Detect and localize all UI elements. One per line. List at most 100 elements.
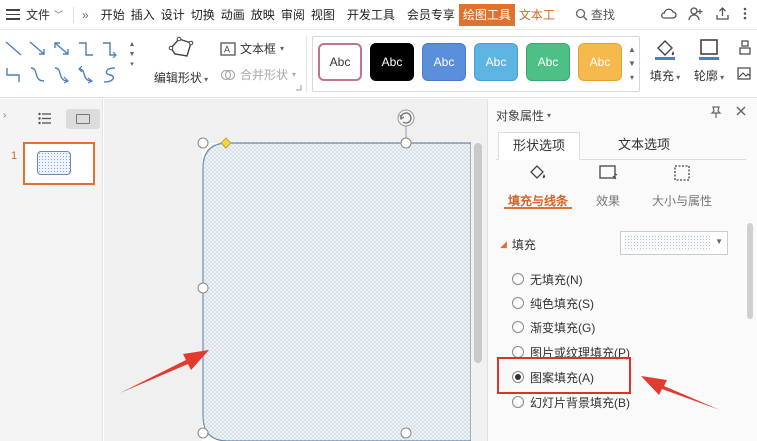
chevron-down-icon: ﹀ bbox=[54, 10, 64, 20]
brush-icon[interactable] bbox=[738, 40, 752, 56]
search-box[interactable]: 查找 bbox=[575, 6, 615, 23]
tab-developer[interactable]: 开发工具 bbox=[345, 0, 397, 30]
fill-option-gradient[interactable]: 渐变填充(G) bbox=[512, 318, 595, 336]
rotate-handle-icon[interactable] bbox=[397, 109, 415, 127]
radio-button[interactable] bbox=[512, 321, 524, 333]
freeform-shape-icon[interactable] bbox=[100, 65, 120, 85]
tab-slideshow[interactable]: 放映 bbox=[249, 0, 277, 30]
tab-member[interactable]: 会员专享 bbox=[405, 0, 457, 30]
scrollbar-thumb[interactable] bbox=[474, 143, 482, 363]
svg-text:A: A bbox=[224, 44, 230, 54]
shape-style-swatch[interactable]: Abc bbox=[526, 43, 570, 81]
double-arrow-line-shape-icon[interactable] bbox=[52, 40, 72, 58]
slide-canvas[interactable] bbox=[104, 99, 471, 441]
fill-option-solid[interactable]: 纯色填充(S) bbox=[512, 294, 594, 312]
line-shape-icon[interactable] bbox=[4, 40, 24, 58]
tab-review[interactable]: 审阅 bbox=[279, 0, 307, 30]
swatch-label: Abc bbox=[329, 55, 351, 69]
fill-option-none[interactable]: 无填充(N) bbox=[512, 270, 583, 288]
search-icon bbox=[575, 8, 588, 21]
curved-connector-shape-icon[interactable] bbox=[28, 65, 48, 85]
subtab-label: 大小与属性 bbox=[651, 194, 712, 208]
chevron-down-icon: ▾ bbox=[201, 75, 209, 84]
more-tabs-button[interactable]: » bbox=[82, 8, 89, 22]
shape-style-swatch[interactable]: Abc bbox=[318, 43, 362, 81]
cloud-icon[interactable] bbox=[660, 5, 677, 22]
file-menu[interactable]: 文件 ﹀ bbox=[26, 6, 63, 23]
tab-animations[interactable]: 动画 bbox=[219, 0, 247, 30]
effects-icon bbox=[599, 165, 618, 180]
slide-view-icon[interactable] bbox=[66, 109, 100, 129]
pane-title[interactable]: 对象属性 ▾ bbox=[496, 107, 551, 124]
shape-style-swatch[interactable]: Abc bbox=[578, 43, 622, 81]
textbox-button[interactable]: A 文本框 ▾ bbox=[220, 40, 284, 57]
elbow-connector-shape-icon[interactable] bbox=[76, 40, 96, 58]
radio-button[interactable] bbox=[512, 273, 524, 285]
shape-style-swatch[interactable]: Abc bbox=[422, 43, 466, 81]
tab-home[interactable]: 开始 bbox=[99, 0, 127, 30]
canvas-scrollbar[interactable] bbox=[471, 99, 487, 441]
thumbnail-shape bbox=[37, 151, 71, 175]
chevron-down-icon: ▼ bbox=[715, 237, 723, 246]
dialog-launcher-icon[interactable] bbox=[296, 85, 302, 91]
tab-text-tools[interactable]: 文本工 bbox=[517, 0, 557, 30]
shape-style-swatch[interactable]: Abc bbox=[370, 43, 414, 81]
shape-style-gallery: Abc Abc Abc Abc Abc Abc ▲ ▼ ▾ bbox=[312, 36, 640, 92]
ribbon-tabs: 开始 插入 设计 切换 动画 放映 审阅 视图 开发工具 会员专享 绘图工具 文… bbox=[99, 0, 559, 30]
outline-button[interactable]: 轮廓 ▾ bbox=[690, 38, 728, 84]
curved-arrow-shape-icon[interactable] bbox=[52, 65, 72, 85]
resize-handle[interactable] bbox=[197, 427, 209, 439]
tab-shape-options[interactable]: 形状选项 bbox=[498, 132, 581, 160]
merge-shape-button[interactable]: 合并形状 ▾ bbox=[220, 66, 296, 83]
user-add-icon[interactable] bbox=[687, 5, 704, 22]
elbow-double-arrow-shape-icon[interactable] bbox=[4, 65, 24, 85]
subtab-fill-and-line[interactable]: 填充与线条 bbox=[498, 163, 578, 209]
resize-handle[interactable] bbox=[197, 282, 209, 294]
fill-pattern-dropdown[interactable]: ▼ bbox=[620, 231, 728, 255]
resize-handle[interactable] bbox=[197, 137, 209, 149]
tab-text-options[interactable]: 文本选项 bbox=[604, 132, 684, 160]
swatch-label: Abc bbox=[381, 55, 403, 69]
tab-transitions[interactable]: 切换 bbox=[189, 0, 217, 30]
subtab-size-and-properties[interactable]: 大小与属性 bbox=[638, 163, 726, 209]
tab-design[interactable]: 设计 bbox=[159, 0, 187, 30]
resize-handle[interactable] bbox=[400, 137, 412, 149]
image-effects-icon[interactable] bbox=[737, 66, 753, 82]
collapse-pane-icon[interactable]: › bbox=[3, 110, 6, 121]
edit-shape-button[interactable]: 编辑形状 ▾ bbox=[150, 36, 212, 86]
file-menu-label: 文件 bbox=[26, 8, 51, 22]
close-icon[interactable] bbox=[735, 105, 747, 117]
scrollbar-thumb[interactable] bbox=[747, 223, 753, 319]
gallery-expand-arrows[interactable]: ▲ ▼ ▾ bbox=[627, 43, 637, 85]
shape-style-swatch[interactable]: Abc bbox=[474, 43, 518, 81]
collapse-triangle-icon: ◢ bbox=[500, 239, 507, 249]
pin-icon[interactable] bbox=[709, 105, 723, 119]
tab-insert[interactable]: 插入 bbox=[129, 0, 157, 30]
swatch-label: Abc bbox=[433, 55, 455, 69]
subtab-effects[interactable]: 效果 bbox=[568, 163, 648, 209]
radio-button[interactable] bbox=[512, 396, 524, 408]
radio-button[interactable] bbox=[512, 297, 524, 309]
subtab-label: 效果 bbox=[595, 194, 620, 208]
fill-option-slide-background[interactable]: 幻灯片背景填充(B) bbox=[512, 393, 630, 411]
pane-scrollbar[interactable] bbox=[745, 217, 755, 441]
elbow-arrow-shape-icon[interactable] bbox=[100, 40, 120, 58]
share-icon[interactable] bbox=[714, 5, 731, 22]
tab-view[interactable]: 视图 bbox=[309, 0, 337, 30]
tab-drawing-tools[interactable]: 绘图工具 bbox=[458, 3, 515, 26]
fill-section-header[interactable]: ◢ 填充 bbox=[500, 236, 536, 253]
fill-button[interactable]: 填充 ▾ bbox=[646, 38, 684, 84]
outline-view-icon[interactable] bbox=[38, 112, 52, 125]
resize-handle[interactable] bbox=[400, 427, 412, 439]
edit-shape-icon bbox=[168, 36, 194, 57]
curved-double-arrow-shape-icon[interactable] bbox=[76, 65, 96, 85]
fill-option-label: 无填充(N) bbox=[530, 272, 583, 287]
menu-icon[interactable] bbox=[6, 9, 20, 20]
swatch-label: Abc bbox=[537, 55, 559, 69]
more-options-icon[interactable] bbox=[741, 5, 749, 22]
slide-thumbnail[interactable] bbox=[23, 142, 95, 185]
paint-bucket-icon bbox=[655, 40, 675, 60]
arrow-line-shape-icon[interactable] bbox=[28, 40, 48, 58]
gallery-scroll-arrows[interactable]: ▲ ▼ ▾ bbox=[128, 40, 136, 70]
adjust-handle[interactable] bbox=[220, 137, 232, 149]
